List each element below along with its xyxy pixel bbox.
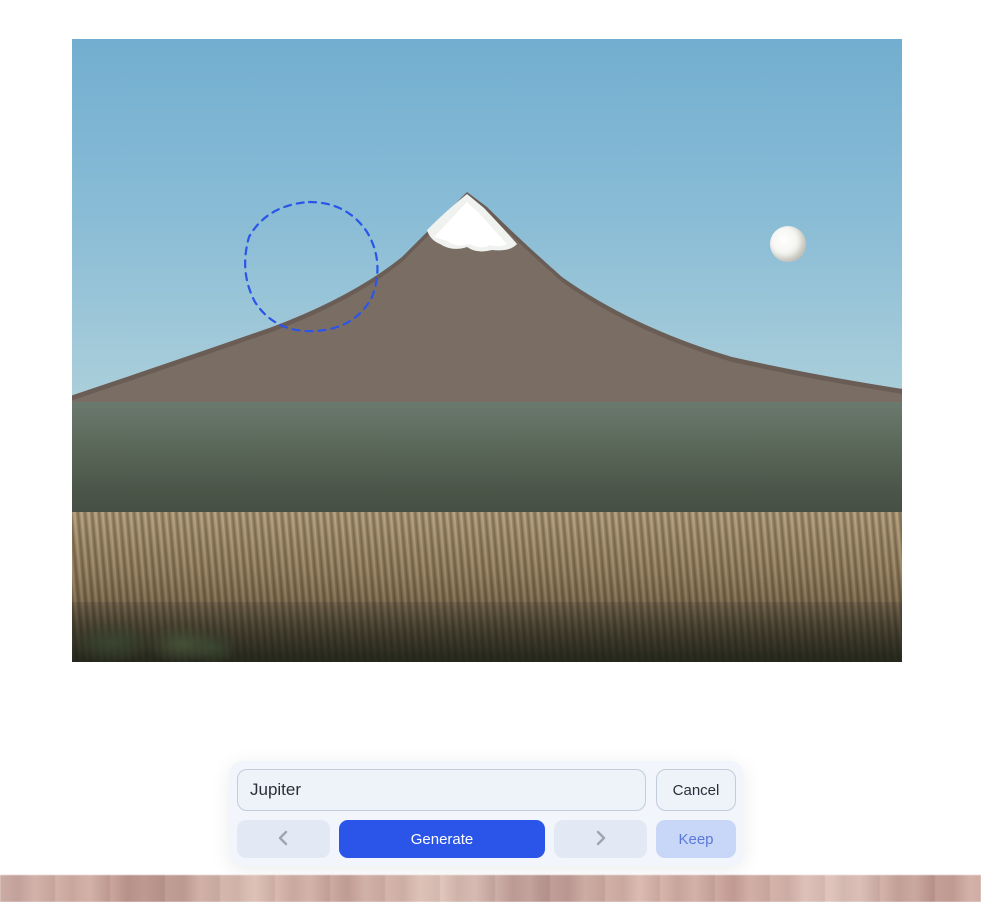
editor-main-area: Cancel Generate Keep [0, 0, 981, 876]
toolbar-bottom-row: Generate Keep [237, 820, 736, 858]
foreground-trees [72, 602, 232, 662]
desktop-background-strip [0, 875, 981, 902]
cancel-button[interactable]: Cancel [656, 769, 736, 811]
keep-button[interactable]: Keep [656, 820, 736, 858]
next-variation-button[interactable] [554, 820, 647, 858]
prompt-input[interactable] [237, 769, 646, 811]
generative-fill-toolbar: Cancel Generate Keep [229, 761, 744, 866]
image-canvas[interactable] [72, 39, 902, 662]
chevron-right-icon [595, 830, 606, 849]
chevron-left-icon [278, 830, 289, 849]
toolbar-top-row: Cancel [237, 769, 736, 811]
generate-button[interactable]: Generate [339, 820, 545, 858]
previous-variation-button[interactable] [237, 820, 330, 858]
